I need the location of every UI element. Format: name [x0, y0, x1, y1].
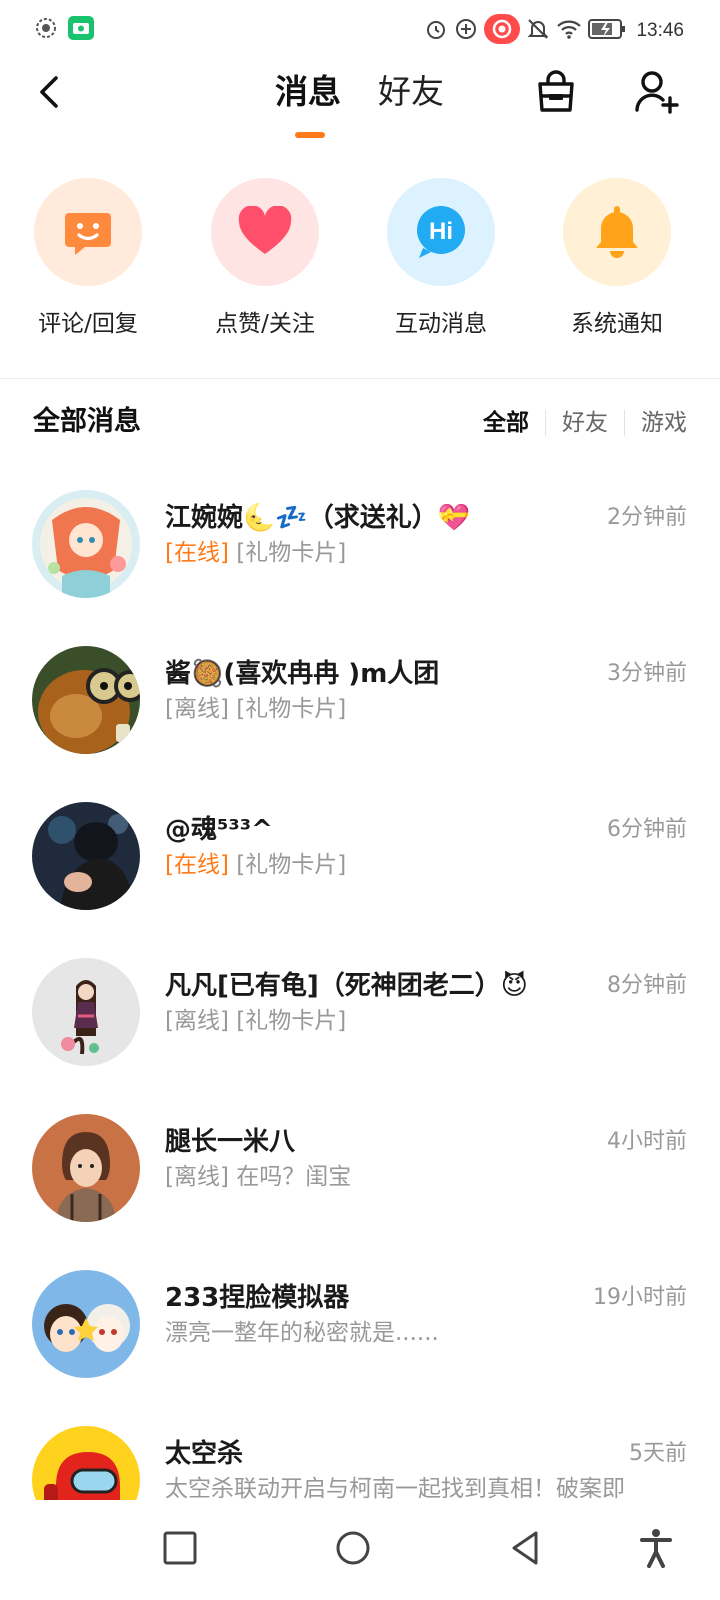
category-label: 互动消息 — [395, 311, 487, 337]
status-bar: 13:46 — [0, 0, 720, 56]
hi-bubble-icon: Hi — [387, 178, 495, 286]
message-preview: 太空杀联动开启与柯南一起找到真相！破案即 — [165, 1472, 625, 1500]
comment-face-icon — [34, 178, 142, 286]
message-time: 6分钟前 — [607, 817, 687, 842]
battery-icon — [588, 18, 626, 44]
preview-text: 太空杀联动开启与柯南一起找到真相！破案即 — [165, 1476, 625, 1500]
category-label: 评论/回复 — [38, 311, 138, 337]
recording-indicator-icon — [484, 14, 521, 48]
message-preview: [离线] [礼物卡片] — [165, 692, 346, 726]
message-time: 8分钟前 — [607, 973, 687, 998]
contact-name: 酱🥘(喜欢冉冉 )m人团 — [165, 659, 440, 689]
category-row: 评论/回复 点赞/关注 Hi 互动消息 系统通知 — [0, 178, 720, 338]
contact-name: 凡凡[已有龟]（死神团老二）😈 — [165, 971, 528, 1001]
contact-name: 233捏脸模拟器 — [165, 1283, 350, 1313]
filter-games[interactable]: 游戏 — [625, 404, 687, 442]
square-icon — [163, 1531, 197, 1565]
divider — [0, 378, 720, 379]
list-item[interactable]: 酱🥘(喜欢冉冉 )m人团 [离线] [礼物卡片] 3分钟前 — [0, 632, 720, 788]
message-preview: 漂亮一整年的秘密就是...... — [165, 1316, 439, 1350]
camera-app-icon — [68, 16, 94, 44]
list-item[interactable]: 太空杀 太空杀联动开启与柯南一起找到真相！破案即 5天前 — [0, 1412, 720, 1500]
back-button[interactable] — [28, 70, 68, 114]
tab-friends[interactable]: 好友 — [378, 70, 444, 114]
contact-name: 江婉婉🌜💤（求送礼）💝 — [165, 503, 471, 533]
list-item[interactable]: 233捏脸模拟器 漂亮一整年的秘密就是...... 19小时前 — [0, 1256, 720, 1412]
preview-text: [礼物卡片] — [228, 1008, 347, 1034]
add-user-icon — [635, 71, 679, 114]
avatar[interactable] — [32, 1270, 140, 1378]
wifi-icon — [556, 18, 582, 44]
recent-apps-button[interactable] — [158, 1526, 202, 1570]
avatar[interactable] — [32, 1426, 140, 1500]
filter-tabs: 全部 好友 游戏 — [467, 404, 687, 442]
online-status: [在线] — [165, 852, 229, 878]
chevron-left-icon — [40, 76, 58, 108]
message-preview: [在线] [礼物卡片] — [165, 536, 346, 570]
mute-bell-icon — [526, 17, 550, 45]
header: 消息 好友 — [0, 56, 720, 148]
svg-text:Hi: Hi — [429, 218, 453, 245]
list-item[interactable]: 凡凡[已有龟]（死神团老二）😈 [离线] [礼物卡片] 8分钟前 — [0, 944, 720, 1100]
message-time: 3分钟前 — [607, 661, 687, 686]
avatar[interactable] — [32, 958, 140, 1066]
avatar[interactable] — [32, 490, 140, 598]
category-comments[interactable]: 评论/回复 — [8, 178, 168, 338]
offline-status: [离线] — [165, 696, 229, 722]
category-system[interactable]: 系统通知 — [537, 178, 697, 338]
filter-friends[interactable]: 好友 — [546, 404, 624, 442]
list-item[interactable]: 江婉婉🌜💤（求送礼）💝 [在线] [礼物卡片] 2分钟前 — [0, 476, 720, 632]
home-button[interactable] — [331, 1526, 375, 1570]
bag-icon — [538, 70, 574, 112]
message-time: 19小时前 — [593, 1285, 687, 1310]
circle-icon — [336, 1531, 370, 1565]
alarm-icon — [424, 17, 448, 45]
clock: 13:46 — [636, 20, 684, 41]
tab-indicator — [295, 132, 325, 138]
filter-all[interactable]: 全部 — [467, 404, 545, 442]
section-title: 全部消息 — [33, 406, 141, 437]
category-label: 系统通知 — [571, 311, 663, 337]
add-friend-button[interactable] — [632, 68, 680, 116]
message-preview: [离线] [礼物卡片] — [165, 1004, 346, 1038]
category-interactions[interactable]: Hi 互动消息 — [361, 178, 521, 338]
category-likes[interactable]: 点赞/关注 — [185, 178, 345, 338]
tab-messages[interactable]: 消息 — [275, 70, 341, 114]
preview-text: 漂亮一整年的秘密就是...... — [165, 1320, 439, 1346]
preview-text: [礼物卡片] — [228, 852, 347, 878]
gift-bag-button[interactable] — [534, 68, 578, 116]
preview-text: 在吗？闺宝 — [228, 1164, 352, 1190]
avatar[interactable] — [32, 646, 140, 754]
back-nav-button[interactable] — [504, 1526, 548, 1570]
message-list: 江婉婉🌜💤（求送礼）💝 [在线] [礼物卡片] 2分钟前 酱🥘(喜欢冉冉 )m人… — [0, 476, 720, 1500]
triangle-back-icon — [512, 1531, 538, 1565]
list-item[interactable]: 腿长一米八 [离线] 在吗？闺宝 4小时前 — [0, 1100, 720, 1256]
message-preview: [在线] [礼物卡片] — [165, 848, 346, 882]
contact-name: 腿长一米八 — [165, 1127, 296, 1157]
accessibility-button[interactable] — [634, 1526, 678, 1570]
avatar[interactable] — [32, 1114, 140, 1222]
bell-icon — [563, 178, 671, 286]
preview-text: [礼物卡片] — [228, 540, 347, 566]
offline-status: [离线] — [165, 1008, 229, 1034]
screen-record-icon — [34, 16, 58, 44]
message-preview: [离线] 在吗？闺宝 — [165, 1160, 351, 1194]
message-time: 2分钟前 — [607, 505, 687, 530]
heart-icon — [211, 178, 319, 286]
contact-name: @魂⁵³³^ — [165, 815, 273, 845]
list-item[interactable]: @魂⁵³³^ [在线] [礼物卡片] 6分钟前 — [0, 788, 720, 944]
data-saver-icon — [454, 17, 478, 45]
system-nav-bar — [0, 1500, 720, 1600]
message-time: 5天前 — [629, 1441, 687, 1466]
online-status: [在线] — [165, 540, 229, 566]
offline-status: [离线] — [165, 1164, 229, 1190]
preview-text: [礼物卡片] — [228, 696, 347, 722]
avatar[interactable] — [32, 802, 140, 910]
contact-name: 太空杀 — [165, 1439, 244, 1469]
accessibility-icon — [640, 1529, 672, 1568]
message-time: 4小时前 — [607, 1129, 687, 1154]
category-label: 点赞/关注 — [215, 311, 315, 337]
